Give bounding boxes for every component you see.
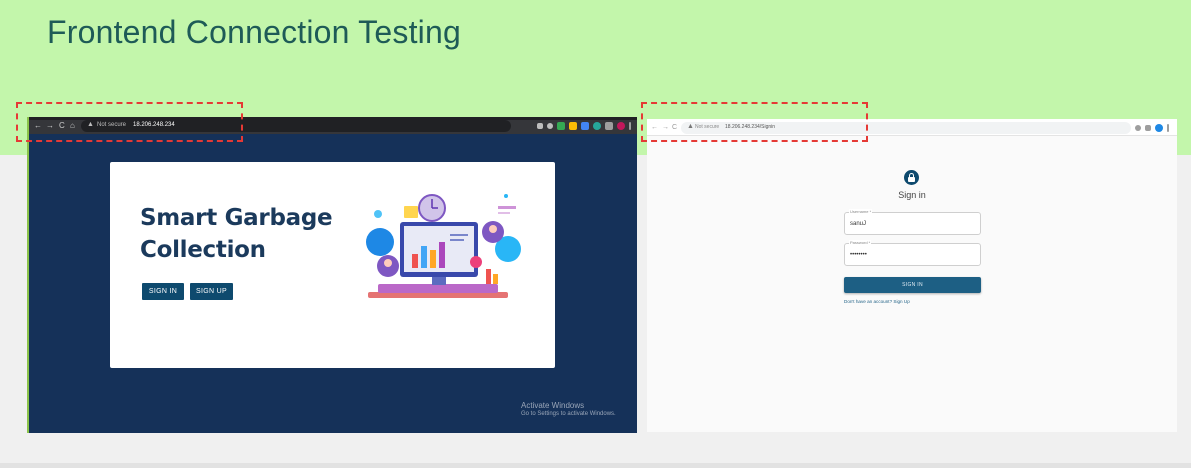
username-value: sanuJ xyxy=(850,221,867,227)
page-title: Sign in xyxy=(898,190,926,200)
menu-icon[interactable] xyxy=(1167,124,1169,132)
signin-submit-button[interactable]: SIGN IN xyxy=(844,277,981,293)
slide-title: Frontend Connection Testing xyxy=(47,14,461,50)
signin-page-screenshot: ← → C ▲ Not secure 18.206.248.234/Signin… xyxy=(647,119,1177,432)
star-icon[interactable] xyxy=(547,123,553,129)
signup-link[interactable]: Don't have an account? Sign Up xyxy=(844,299,910,304)
extension-icons xyxy=(537,121,631,131)
username-label: Username * xyxy=(849,209,873,214)
app-title-line1: Smart Garbage xyxy=(140,205,333,231)
signin-button[interactable]: SIGN IN xyxy=(142,283,184,300)
landing-page-screenshot: ← → C ⌂ ▲ Not secure 18.206.248.234 Smar… xyxy=(27,117,637,433)
lock-icon xyxy=(904,170,919,185)
extension-icon[interactable] xyxy=(557,122,565,130)
extension-icon[interactable] xyxy=(581,122,589,130)
watermark-line1: Activate Windows xyxy=(521,401,585,410)
url-highlight-right xyxy=(641,102,868,142)
app-title-line2: Collection xyxy=(140,237,266,263)
extension-icons xyxy=(1135,123,1169,133)
puzzle-icon[interactable] xyxy=(1145,125,1151,131)
windows-activation-watermark: Activate Windows Go to Settings to activ… xyxy=(521,401,616,417)
slide-footer-divider xyxy=(0,463,1191,468)
cast-icon[interactable] xyxy=(537,123,543,129)
password-value: •••••••• xyxy=(850,252,867,258)
star-icon[interactable] xyxy=(1135,125,1141,131)
hero-card: Smart Garbage Collection SIGN IN SIGN UP xyxy=(110,162,555,368)
extension-icon[interactable] xyxy=(569,122,577,130)
app-title: Smart Garbage Collection xyxy=(140,202,333,266)
extension-icon[interactable] xyxy=(593,122,601,130)
avatar[interactable] xyxy=(617,122,625,130)
password-label: Password * xyxy=(849,240,872,245)
dashboard-illustration-icon xyxy=(366,194,521,298)
password-field[interactable]: Password * •••••••• xyxy=(844,240,981,266)
menu-icon[interactable] xyxy=(629,122,631,130)
username-field[interactable]: Username * sanuJ xyxy=(844,209,981,235)
avatar[interactable] xyxy=(1155,124,1163,132)
watermark-line2: Go to Settings to activate Windows. xyxy=(521,411,616,417)
url-highlight-left xyxy=(16,102,243,142)
puzzle-icon[interactable] xyxy=(605,122,613,130)
signup-button[interactable]: SIGN UP xyxy=(190,283,233,300)
